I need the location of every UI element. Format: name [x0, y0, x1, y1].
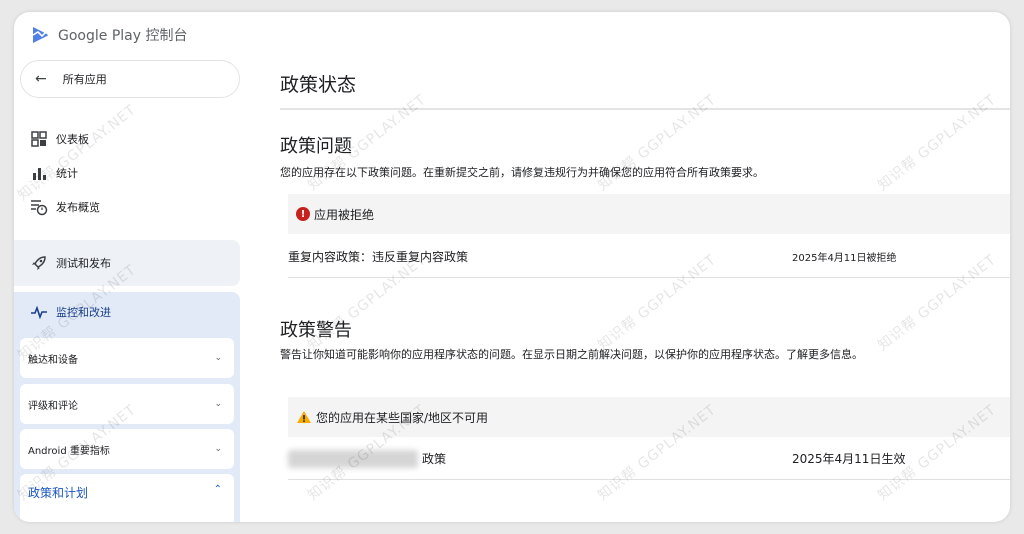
chevron-down-icon: ⌄ — [214, 353, 222, 363]
divider — [280, 108, 1010, 110]
all-apps-button[interactable]: ← 所有应用 — [20, 60, 240, 98]
back-arrow-icon: ← — [35, 71, 47, 87]
bar-chart-icon — [30, 164, 48, 182]
sidebar-item-publish-overview[interactable]: 发布概览 — [30, 198, 100, 216]
sidebar-item-label: 统计 — [56, 167, 78, 180]
play-console-logo-icon — [32, 27, 50, 43]
sidebar-item-label: 仪表板 — [56, 133, 89, 146]
page-title: 政策状态 — [280, 74, 357, 96]
error-icon: ! — [296, 207, 310, 221]
sidebar-item-policy-programs[interactable]: 政策和计划 ⌃ — [20, 474, 234, 522]
sidebar-item-label: Android 重要指标 — [28, 445, 110, 457]
publish-overview-icon — [30, 198, 48, 216]
policy-issues-description: 您的应用存在以下政策问题。在重新提交之前，请修复违规行为并确保您的应用符合所有政… — [280, 166, 764, 179]
issue-status-header: ! 应用被拒绝 — [288, 194, 1010, 234]
sidebar: Google Play 控制台 ← 所有应用 仪表板 统计 发布概览 测试和发布… — [14, 12, 242, 522]
sidebar-item-label: 测试和发布 — [56, 257, 111, 270]
sidebar-item-label: 监控和改进 — [56, 306, 111, 319]
sidebar-item-label: 政策和计划 — [28, 486, 89, 500]
sidebar-item-dashboard[interactable]: 仪表板 — [30, 130, 89, 148]
issue-policy-name: 重复内容政策：违反重复内容政策 — [288, 250, 469, 264]
policy-warnings-description: 警告让你知道可能影响你的应用程序状态的问题。在显示日期之前解决问题，以保护你的应… — [280, 348, 863, 361]
warning-status-header: 您的应用在某些国家/地区不可用 — [288, 397, 1010, 437]
sidebar-item-label: 发布概览 — [56, 201, 100, 214]
app-title: Google Play 控制台 — [58, 28, 188, 44]
sidebar-item-reach-devices[interactable]: 触达和设备 ⌄ — [20, 338, 234, 378]
chevron-up-icon: ⌃ — [213, 484, 222, 495]
rocket-icon — [32, 256, 46, 270]
warning-status-label: 您的应用在某些国家/地区不可用 — [316, 410, 489, 425]
issue-status-label: 应用被拒绝 — [314, 207, 375, 222]
sidebar-item-android-vitals[interactable]: Android 重要指标 ⌄ — [20, 429, 234, 469]
pulse-icon — [31, 305, 47, 319]
sidebar-item-statistics[interactable]: 统计 — [30, 164, 78, 182]
issue-date: 2025年4月11日被拒绝 — [792, 253, 897, 264]
sidebar-item-test-release[interactable]: 测试和发布 — [14, 240, 240, 286]
main-content: 政策状态 政策问题 您的应用存在以下政策问题。在重新提交之前，请修复违规行为并确… — [280, 12, 1010, 522]
monitor-section: 监控和改进 触达和设备 ⌄ 评级和评论 ⌄ Android 重要指标 ⌄ 政策和… — [14, 292, 240, 522]
all-apps-label: 所有应用 — [62, 73, 107, 86]
warning-policy-name: 政策 — [422, 452, 447, 466]
chevron-down-icon: ⌄ — [214, 444, 222, 454]
sidebar-item-monitor[interactable]: 监控和改进 — [30, 304, 111, 320]
app-window: Google Play 控制台 ← 所有应用 仪表板 统计 发布概览 测试和发布… — [14, 12, 1010, 522]
warning-icon — [297, 411, 311, 423]
policy-warnings-heading: 政策警告 — [280, 320, 352, 341]
warning-date: 2025年4月11日生效 — [792, 452, 906, 466]
brand[interactable]: Google Play 控制台 — [30, 22, 187, 48]
dashboard-icon — [30, 130, 48, 148]
redacted-text — [288, 449, 418, 468]
issue-row[interactable]: 重复内容政策：违反重复内容政策 2025年4月11日被拒绝 — [288, 236, 1010, 278]
sidebar-item-label: 评级和评论 — [28, 400, 78, 412]
policy-issues-heading: 政策问题 — [280, 136, 352, 157]
sidebar-item-ratings-reviews[interactable]: 评级和评论 ⌄ — [20, 384, 234, 424]
warning-row[interactable]: 政策 2025年4月11日生效 — [288, 438, 1010, 480]
chevron-down-icon: ⌄ — [214, 399, 222, 409]
sidebar-item-label: 触达和设备 — [28, 354, 78, 366]
